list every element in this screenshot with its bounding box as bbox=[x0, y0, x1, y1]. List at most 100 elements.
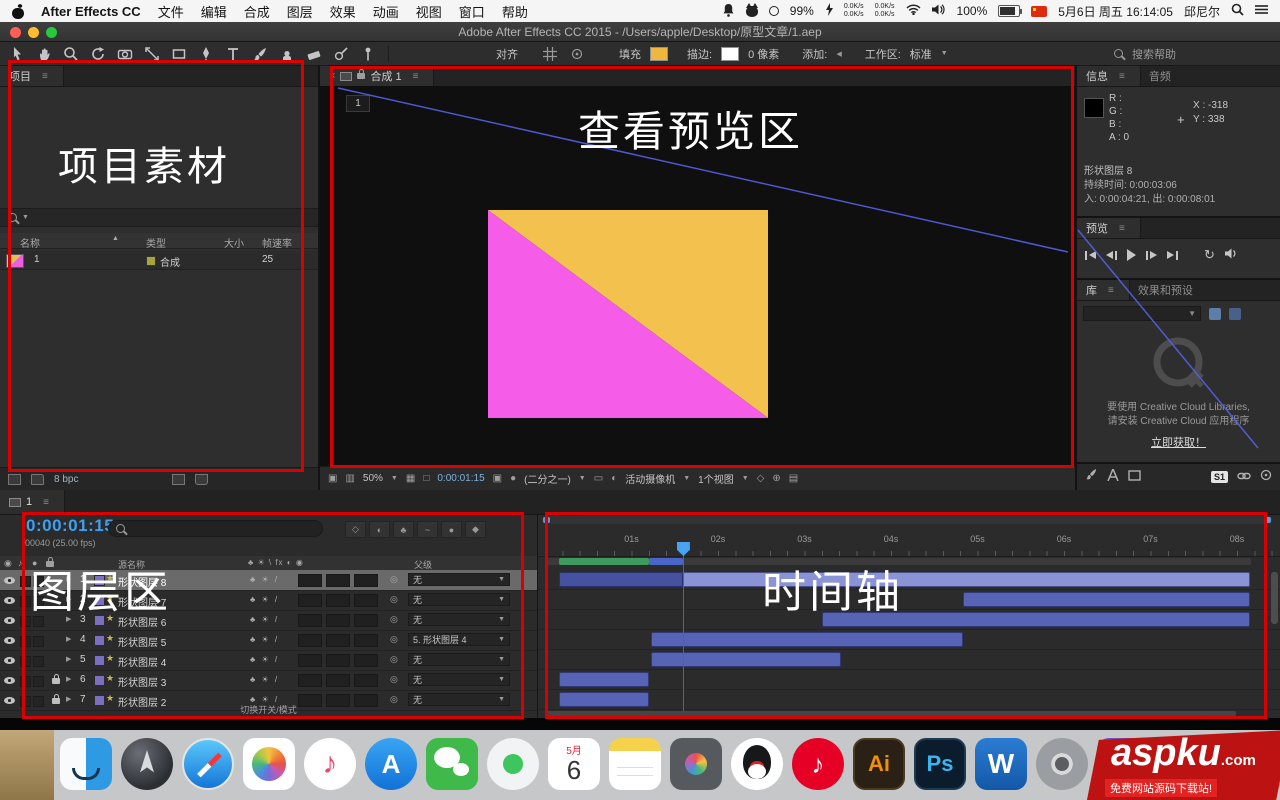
stroke-width-value[interactable]: 0 像素 bbox=[748, 46, 779, 62]
battery-percent-2[interactable]: 100% bbox=[957, 4, 988, 18]
tab-effects-presets[interactable]: 效果和预设 bbox=[1130, 282, 1201, 298]
menu-file[interactable]: 文件 bbox=[158, 2, 184, 21]
panel-menu-icon[interactable]: ≡ bbox=[1113, 71, 1131, 82]
spotlight-icon[interactable] bbox=[1231, 3, 1244, 19]
target-panel-icon[interactable] bbox=[1260, 468, 1272, 486]
view-layout-dropdown-icon[interactable]: ▼ bbox=[742, 475, 749, 482]
workspace-value[interactable]: 标准 bbox=[910, 46, 932, 62]
system-preferences-icon[interactable] bbox=[1036, 738, 1088, 790]
audio-mute-button[interactable] bbox=[1224, 246, 1239, 264]
notification-center-icon[interactable] bbox=[1255, 4, 1268, 18]
mask-visibility-icon[interactable]: □ bbox=[423, 473, 429, 484]
menu-help[interactable]: 帮助 bbox=[502, 2, 528, 21]
show-channel-icon[interactable]: ● bbox=[510, 473, 516, 484]
network-speed-secondary[interactable]: 0.0K/s 0.0K/s bbox=[875, 3, 895, 19]
fill-color-swatch[interactable] bbox=[650, 46, 668, 61]
close-window-button[interactable] bbox=[10, 26, 21, 38]
anchor-target-icon[interactable] bbox=[568, 45, 586, 63]
tab-preview[interactable]: 预览 ≡ bbox=[1077, 218, 1141, 238]
character-panel-icon[interactable] bbox=[1107, 467, 1119, 486]
safari-icon[interactable] bbox=[182, 738, 234, 790]
help-search-icon[interactable] bbox=[1114, 49, 1123, 58]
panel-menu-icon[interactable]: ≡ bbox=[1102, 285, 1120, 296]
resolution-value[interactable]: (二分之一) bbox=[524, 471, 571, 486]
s1-badge[interactable]: S1 bbox=[1210, 471, 1228, 483]
paint-panel-icon[interactable] bbox=[1085, 468, 1098, 486]
finder-icon[interactable] bbox=[60, 738, 112, 790]
camera-dropdown-icon[interactable]: ▼ bbox=[683, 475, 690, 482]
panel-menu-icon[interactable]: ≡ bbox=[37, 497, 55, 508]
previous-frame-button[interactable] bbox=[1106, 250, 1117, 260]
eye-column-icon[interactable]: ◉ bbox=[4, 558, 12, 569]
magnification-value[interactable]: 50% bbox=[363, 473, 383, 484]
menubar-username[interactable]: 邱尼尔 bbox=[1184, 3, 1220, 20]
zoom-window-button[interactable] bbox=[46, 26, 57, 38]
menu-layer[interactable]: 图层 bbox=[287, 2, 313, 21]
timeline-vertical-scrollbar[interactable] bbox=[1271, 572, 1278, 624]
interpret-footage-icon[interactable] bbox=[8, 473, 21, 485]
netease-music-icon[interactable]: ♪ bbox=[792, 738, 844, 790]
battery-percent[interactable]: 99% bbox=[790, 4, 814, 18]
region-of-interest-icon[interactable]: ▭ bbox=[594, 473, 603, 484]
record-circle-icon[interactable] bbox=[768, 6, 779, 16]
tab-audio[interactable]: 音频 bbox=[1141, 68, 1179, 84]
eye-icon[interactable] bbox=[4, 577, 15, 584]
mini-flowchart-icon[interactable]: ▥ bbox=[345, 473, 354, 484]
color-depth-button[interactable]: 8 bpc bbox=[54, 474, 78, 485]
new-folder-icon[interactable] bbox=[31, 473, 44, 485]
eye-icon[interactable] bbox=[4, 677, 15, 684]
panel-menu-icon[interactable]: ≡ bbox=[1113, 223, 1131, 234]
add-dropdown-icon[interactable]: ◀ bbox=[836, 50, 841, 58]
minimize-window-button[interactable] bbox=[28, 26, 39, 38]
play-button[interactable] bbox=[1127, 249, 1136, 261]
fill-label[interactable]: 填充 bbox=[619, 46, 641, 62]
qq-icon[interactable] bbox=[731, 738, 783, 790]
menubar-clock[interactable]: 5月6日 周五 16:14:05 bbox=[1058, 3, 1173, 20]
stroke-label[interactable]: 描边: bbox=[687, 46, 712, 62]
menu-animation[interactable]: 动画 bbox=[373, 2, 399, 21]
link-chain-icon[interactable] bbox=[1237, 468, 1251, 486]
app-store-icon[interactable]: A bbox=[365, 738, 417, 790]
menu-composition[interactable]: 合成 bbox=[244, 2, 270, 21]
help-search-placeholder[interactable]: 搜索帮助 bbox=[1132, 46, 1176, 62]
calendar-icon[interactable]: 5月 6 bbox=[548, 738, 600, 790]
magnification-dropdown-icon[interactable]: ▼ bbox=[391, 475, 398, 482]
snapshot-camera-icon[interactable]: ▣ bbox=[493, 473, 502, 484]
eye-icon[interactable] bbox=[4, 637, 15, 644]
align-label[interactable]: 对齐 bbox=[496, 46, 518, 62]
puppet-pin-tool-icon[interactable] bbox=[359, 45, 377, 63]
view-layout-value[interactable]: 1个视图 bbox=[698, 471, 734, 486]
menu-view[interactable]: 视图 bbox=[416, 2, 442, 21]
delete-trash-icon[interactable] bbox=[195, 473, 209, 485]
stroke-color-swatch[interactable] bbox=[721, 46, 740, 61]
volume-icon[interactable] bbox=[931, 4, 946, 18]
new-composition-icon[interactable] bbox=[172, 473, 186, 485]
timeline-button-icon[interactable]: ▤ bbox=[789, 473, 798, 484]
list-view-icon[interactable] bbox=[1229, 307, 1241, 320]
last-frame-button[interactable] bbox=[1167, 250, 1178, 260]
photoshop-icon[interactable]: Ps bbox=[914, 738, 966, 790]
eraser-tool-icon[interactable] bbox=[305, 45, 323, 63]
photo-booth-icon[interactable] bbox=[670, 738, 722, 790]
word-icon[interactable]: W bbox=[975, 738, 1027, 790]
workspace-dropdown-icon[interactable]: ▼ bbox=[941, 50, 948, 57]
viewer-timecode[interactable]: 0:00:01:15 bbox=[437, 473, 484, 484]
eye-icon[interactable] bbox=[4, 617, 15, 624]
next-frame-button[interactable] bbox=[1146, 250, 1157, 260]
grid-view-icon[interactable] bbox=[1209, 307, 1221, 320]
menu-effects[interactable]: 效果 bbox=[330, 2, 356, 21]
apple-menu-icon[interactable] bbox=[12, 4, 24, 19]
itunes-icon[interactable]: ♪ bbox=[304, 738, 356, 790]
mask-panel-icon[interactable] bbox=[1128, 468, 1141, 486]
add-label[interactable]: 添加: bbox=[802, 46, 827, 62]
pixel-aspect-icon[interactable]: ◇ bbox=[757, 473, 765, 484]
transparency-grid-icon[interactable]: ◐ bbox=[611, 473, 617, 484]
menu-window[interactable]: 窗口 bbox=[459, 2, 485, 21]
eye-icon[interactable] bbox=[4, 657, 15, 664]
wifi-icon[interactable] bbox=[906, 4, 921, 18]
chat-app-icon[interactable] bbox=[487, 738, 539, 790]
tab-timeline-comp[interactable]: 1 ≡ bbox=[0, 490, 65, 514]
wechat-icon[interactable] bbox=[426, 738, 478, 790]
tab-info[interactable]: 信息 ≡ bbox=[1077, 66, 1141, 86]
grid-guides-icon[interactable]: ▦ bbox=[406, 473, 415, 484]
